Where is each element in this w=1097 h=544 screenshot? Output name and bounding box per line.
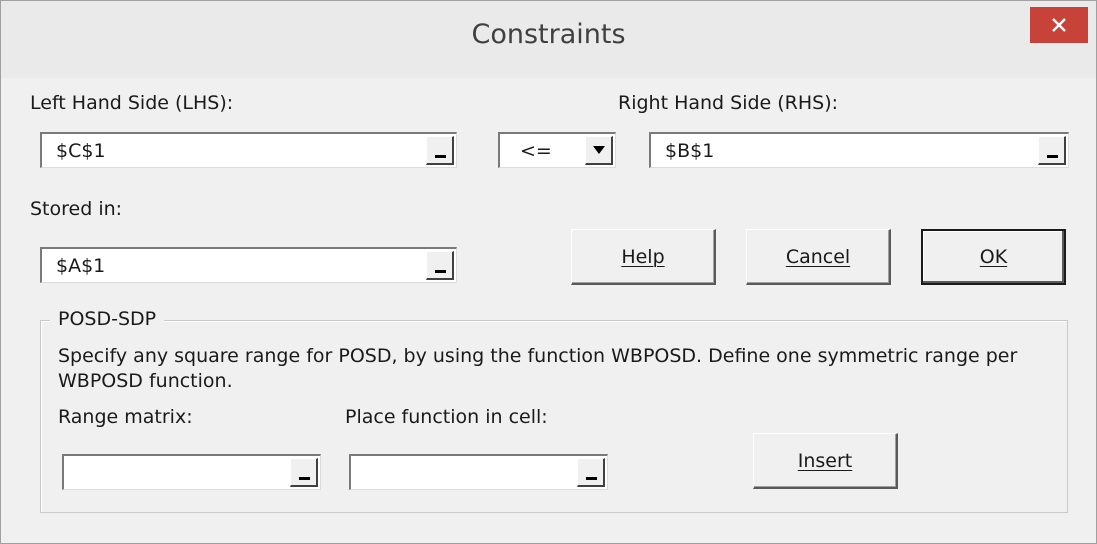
stored-input[interactable] (56, 249, 346, 282)
rhs-field[interactable] (649, 132, 1069, 168)
collapse-dialog-icon (435, 270, 446, 273)
chevron-down-icon (593, 146, 605, 154)
range-matrix-input[interactable] (78, 456, 258, 489)
posd-description: Specify any square range for POSD, by us… (58, 345, 1018, 392)
rhs-input[interactable] (665, 134, 957, 167)
place-function-field[interactable] (349, 454, 608, 490)
stored-label: Stored in: (30, 198, 123, 220)
dialog-title: Constraints (471, 19, 626, 50)
range-matrix-collapse-button[interactable] (290, 458, 318, 487)
help-button[interactable]: Help (571, 229, 716, 285)
lhs-label: Left Hand Side (LHS): (30, 92, 234, 114)
close-icon (1052, 18, 1066, 32)
title-bar[interactable]: Constraints (1, 1, 1096, 78)
insert-button[interactable]: Insert (753, 433, 898, 489)
close-button[interactable] (1030, 7, 1088, 43)
lhs-collapse-button[interactable] (426, 136, 454, 165)
range-matrix-label: Range matrix: (58, 406, 193, 428)
stored-field[interactable] (40, 247, 457, 283)
collapse-dialog-icon (435, 155, 446, 158)
collapse-dialog-icon (299, 477, 310, 480)
ok-button[interactable]: OK (921, 229, 1066, 285)
operator-dropdown[interactable]: <= (498, 132, 616, 168)
place-function-label: Place function in cell: (345, 406, 548, 428)
place-function-input[interactable] (365, 456, 545, 489)
stored-collapse-button[interactable] (426, 251, 454, 280)
place-function-collapse-button[interactable] (577, 458, 605, 487)
lhs-field[interactable] (40, 132, 457, 168)
operator-dropdown-button[interactable] (585, 136, 613, 165)
constraints-dialog: Constraints Left Hand Side (LHS): <= Rig… (0, 0, 1097, 544)
posd-sdp-legend: POSD-SDP (50, 308, 165, 330)
rhs-label: Right Hand Side (RHS): (618, 92, 839, 114)
cancel-button[interactable]: Cancel (746, 229, 891, 285)
lhs-input[interactable] (56, 134, 346, 167)
range-matrix-field[interactable] (62, 454, 321, 490)
operator-value: <= (520, 140, 552, 162)
collapse-dialog-icon (586, 477, 597, 480)
dialog-body: Left Hand Side (LHS): <= Right Hand Side… (10, 78, 1087, 534)
collapse-dialog-icon (1047, 155, 1058, 158)
rhs-collapse-button[interactable] (1038, 136, 1066, 165)
